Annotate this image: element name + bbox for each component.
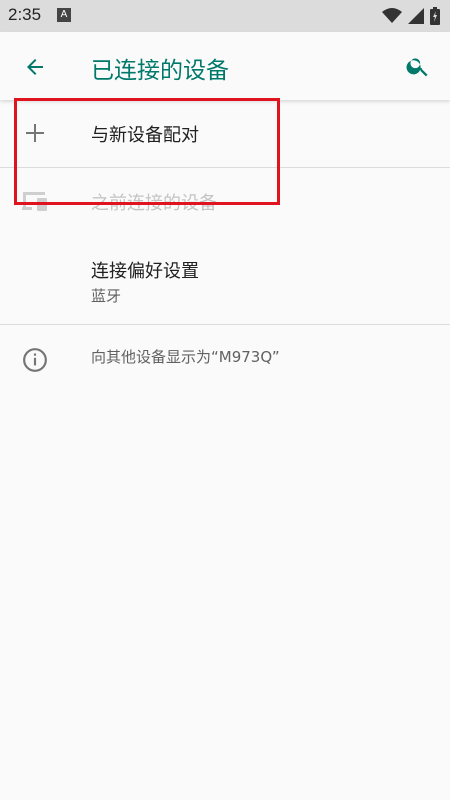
status-bar: 2:35 A xyxy=(0,0,450,32)
wifi-icon xyxy=(382,8,402,23)
device-visible-as-label: 向其他设备显示为“M973Q” xyxy=(91,348,280,366)
status-icons xyxy=(382,6,440,26)
page-title: 已连接的设备 xyxy=(91,58,229,84)
app-toolbar: 已连接的设备 xyxy=(0,32,450,100)
status-time: 2:35 xyxy=(8,5,42,24)
notification-icon: A xyxy=(57,8,71,22)
connection-preferences-summary: 蓝牙 xyxy=(91,287,122,305)
battery-icon xyxy=(430,7,440,25)
arrow-back-icon xyxy=(27,59,43,75)
connection-preferences-label: 连接偏好设置 xyxy=(91,261,199,282)
cell-signal-icon xyxy=(408,8,424,24)
connection-preferences-item[interactable]: 连接偏好设置 蓝牙 xyxy=(0,240,450,324)
search-button[interactable] xyxy=(400,48,436,84)
device-visible-as-item: 向其他设备显示为“M973Q” xyxy=(0,325,450,395)
search-icon xyxy=(406,58,428,77)
info-icon xyxy=(20,345,50,375)
back-button[interactable] xyxy=(18,50,52,84)
highlight-box xyxy=(14,98,280,205)
